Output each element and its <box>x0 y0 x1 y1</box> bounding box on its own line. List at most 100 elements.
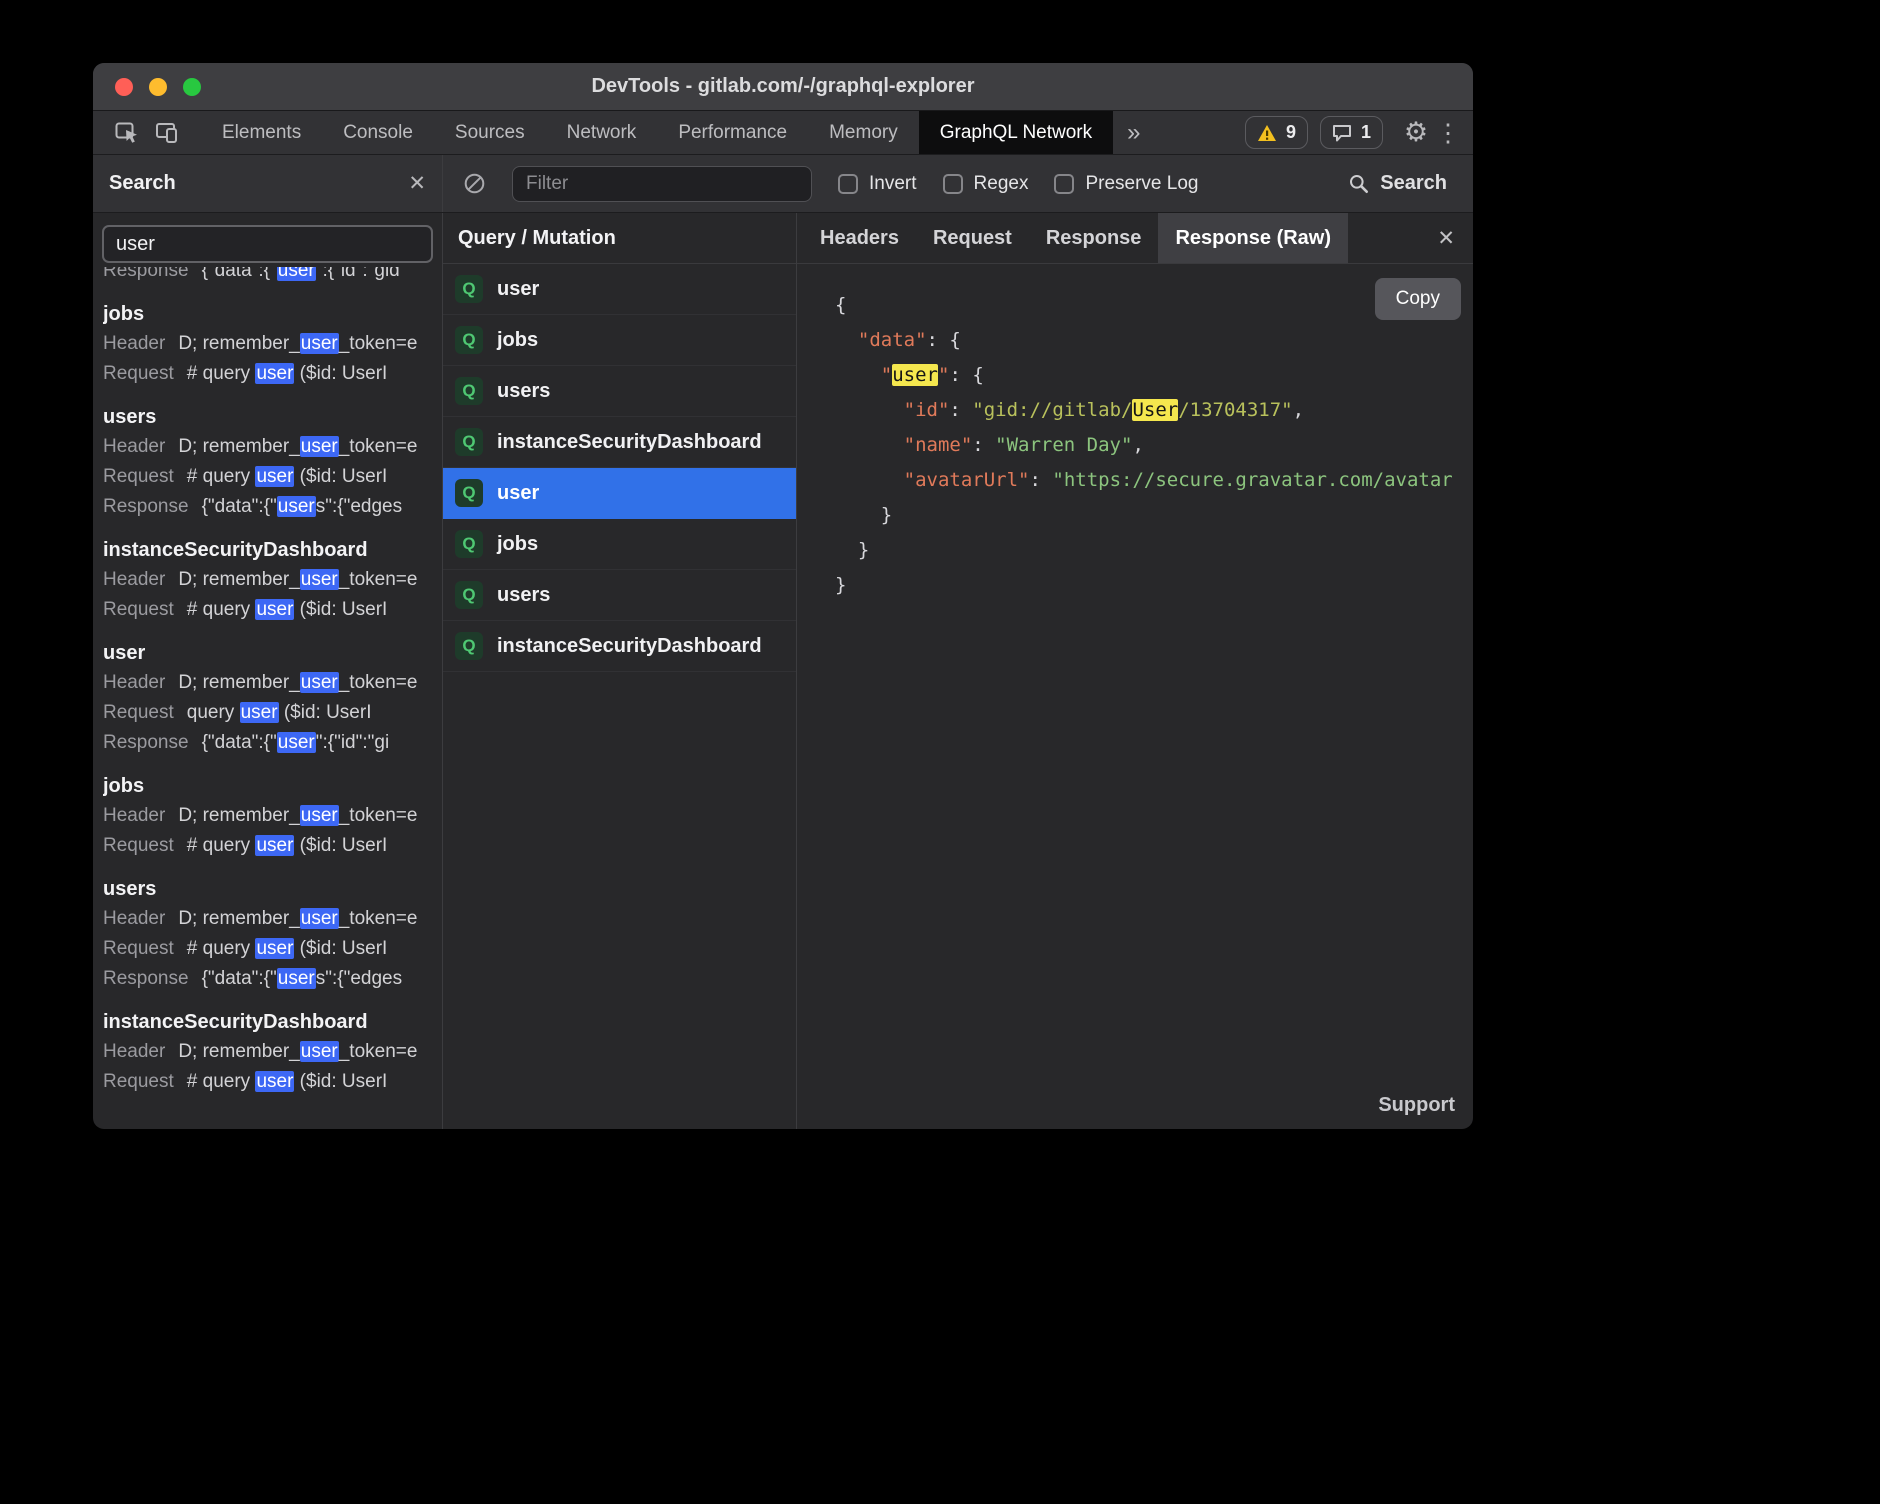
result-kind-label: Header <box>103 805 165 826</box>
json-token: { <box>972 364 983 386</box>
json-token: , <box>1293 399 1304 421</box>
close-search-icon[interactable]: ✕ <box>408 171 426 196</box>
result-text: _token=e <box>339 436 418 457</box>
result-group-title: jobs <box>103 771 432 801</box>
result-text: {"data":{" <box>202 267 277 281</box>
zoom-window-button[interactable] <box>183 78 201 96</box>
tab-performance[interactable]: Performance <box>657 111 808 154</box>
tab-sources[interactable]: Sources <box>434 111 546 154</box>
message-bubble-icon <box>1332 124 1352 142</box>
checkbox-invert[interactable]: Invert <box>838 173 917 195</box>
search-result-line[interactable]: Response{"data":{"users":{"edges <box>103 492 432 522</box>
result-group-title: user <box>103 638 432 668</box>
checkbox-box[interactable] <box>1054 174 1074 194</box>
minimize-window-button[interactable] <box>149 78 167 96</box>
network-toolbar: Invert Regex Preserve Log Search <box>443 155 1473 212</box>
search-panel-title: Search <box>109 172 408 195</box>
search-result-line[interactable]: Response{"data":{"users":{"edges <box>103 964 432 994</box>
tab-network[interactable]: Network <box>546 111 658 154</box>
search-result-line[interactable]: HeaderD; remember_user_token=e <box>103 904 432 934</box>
search-result-line[interactable]: Response{"data":{"user":{"id":"gid <box>103 267 432 286</box>
detail-tab-response[interactable]: Response <box>1029 213 1159 263</box>
json-token: "Warren Day" <box>995 434 1132 456</box>
search-result-line[interactable]: HeaderD; remember_user_token=e <box>103 432 432 462</box>
search-result-line[interactable]: Request# query user ($id: UserI <box>103 934 432 964</box>
search-result-line[interactable]: HeaderD; remember_user_token=e <box>103 565 432 595</box>
result-kind-label: Response <box>103 496 189 517</box>
clear-log-icon[interactable] <box>463 172 486 195</box>
detail-tab-headers[interactable]: Headers <box>803 213 916 263</box>
result-text: D; remember_ <box>178 908 299 929</box>
window-title: DevTools - gitlab.com/-/graphql-explorer <box>93 75 1473 98</box>
toolbar-search-button[interactable]: Search <box>1348 172 1453 195</box>
search-result-line[interactable]: HeaderD; remember_user_token=e <box>103 329 432 359</box>
search-result-line[interactable]: Request# query user ($id: UserI <box>103 462 432 492</box>
detail-tab-response-raw[interactable]: Response (Raw) <box>1158 213 1348 263</box>
result-text: _token=e <box>339 1041 418 1062</box>
issues-badge[interactable]: 1 <box>1320 116 1383 149</box>
tab-elements[interactable]: Elements <box>201 111 322 154</box>
kebab-menu-icon[interactable]: ⋮ <box>1433 111 1463 154</box>
result-kind-label: Header <box>103 436 165 457</box>
search-result-line[interactable]: HeaderD; remember_user_token=e <box>103 1037 432 1067</box>
result-text: D; remember_ <box>178 672 299 693</box>
result-text: ($id: UserI <box>294 599 387 620</box>
close-window-button[interactable] <box>115 78 133 96</box>
json-token: : <box>949 399 972 421</box>
query-row-jobs[interactable]: Qjobs <box>443 519 796 570</box>
checkbox-regex[interactable]: Regex <box>943 173 1029 195</box>
checkbox-preserve-log[interactable]: Preserve Log <box>1054 173 1198 195</box>
json-line: "name": "Warren Day", <box>835 428 1473 463</box>
device-toolbar-icon[interactable] <box>147 111 187 154</box>
json-token: "https://secure.gravatar.com/avatar <box>1052 469 1452 491</box>
search-input-wrap <box>93 213 442 267</box>
detail-tab-request[interactable]: Request <box>916 213 1029 263</box>
more-panels-icon[interactable]: » <box>1113 119 1154 147</box>
result-group-title: instanceSecurityDashboard <box>103 1007 432 1037</box>
query-row-instancesecuritydashboard[interactable]: QinstanceSecurityDashboard <box>443 417 796 468</box>
query-row-users[interactable]: Qusers <box>443 366 796 417</box>
inspect-element-icon[interactable] <box>107 111 147 154</box>
warning-count: 9 <box>1286 122 1296 143</box>
query-row-users[interactable]: Qusers <box>443 570 796 621</box>
result-kind-label: Request <box>103 1071 174 1092</box>
result-kind-label: Header <box>103 672 165 693</box>
warnings-badge[interactable]: 9 <box>1245 116 1308 149</box>
json-line: "id": "gid://gitlab/User/13704317", <box>835 393 1473 428</box>
query-list-header: Query / Mutation <box>443 213 796 264</box>
issues-count: 1 <box>1361 122 1371 143</box>
settings-gear-icon[interactable]: ⚙ <box>1399 111 1433 154</box>
match-highlight: user <box>277 968 316 989</box>
search-result-line[interactable]: Request# query user ($id: UserI <box>103 359 432 389</box>
search-panel: Response{"data":{"user":{"id":"gidjobsHe… <box>93 213 443 1129</box>
result-text: ($id: UserI <box>294 363 387 384</box>
tab-memory[interactable]: Memory <box>808 111 919 154</box>
query-row-user[interactable]: Quser <box>443 468 796 519</box>
search-input[interactable] <box>102 225 433 263</box>
query-row-jobs[interactable]: Qjobs <box>443 315 796 366</box>
filter-input[interactable] <box>512 166 812 202</box>
json-token: "gid://gitlab/ <box>972 399 1132 421</box>
search-result-line[interactable]: Requestquery user ($id: UserI <box>103 698 432 728</box>
copy-button[interactable]: Copy <box>1375 278 1461 320</box>
query-mutation-panel: Query / Mutation QuserQjobsQusersQinstan… <box>443 213 797 1129</box>
json-match-highlight: User <box>1132 399 1178 421</box>
query-row-instancesecuritydashboard[interactable]: QinstanceSecurityDashboard <box>443 621 796 672</box>
json-line: } <box>835 498 1473 533</box>
close-detail-icon[interactable]: ✕ <box>1437 226 1455 251</box>
result-text: D; remember_ <box>178 569 299 590</box>
search-result-line[interactable]: HeaderD; remember_user_token=e <box>103 668 432 698</box>
query-row-user[interactable]: Quser <box>443 264 796 315</box>
checkbox-box[interactable] <box>943 174 963 194</box>
query-list: QuserQjobsQusersQinstanceSecurityDashboa… <box>443 264 796 672</box>
search-result-line[interactable]: Request# query user ($id: UserI <box>103 595 432 625</box>
tab-console[interactable]: Console <box>322 111 434 154</box>
query-name: user <box>497 482 539 505</box>
checkbox-box[interactable] <box>838 174 858 194</box>
search-result-line[interactable]: Response{"data":{"user":{"id":"gi <box>103 728 432 758</box>
support-link[interactable]: Support <box>1378 1094 1455 1117</box>
search-result-line[interactable]: Request# query user ($id: UserI <box>103 831 432 861</box>
search-result-line[interactable]: HeaderD; remember_user_token=e <box>103 801 432 831</box>
tab-graphql-network[interactable]: GraphQL Network <box>919 111 1113 154</box>
search-result-line[interactable]: Request# query user ($id: UserI <box>103 1067 432 1097</box>
